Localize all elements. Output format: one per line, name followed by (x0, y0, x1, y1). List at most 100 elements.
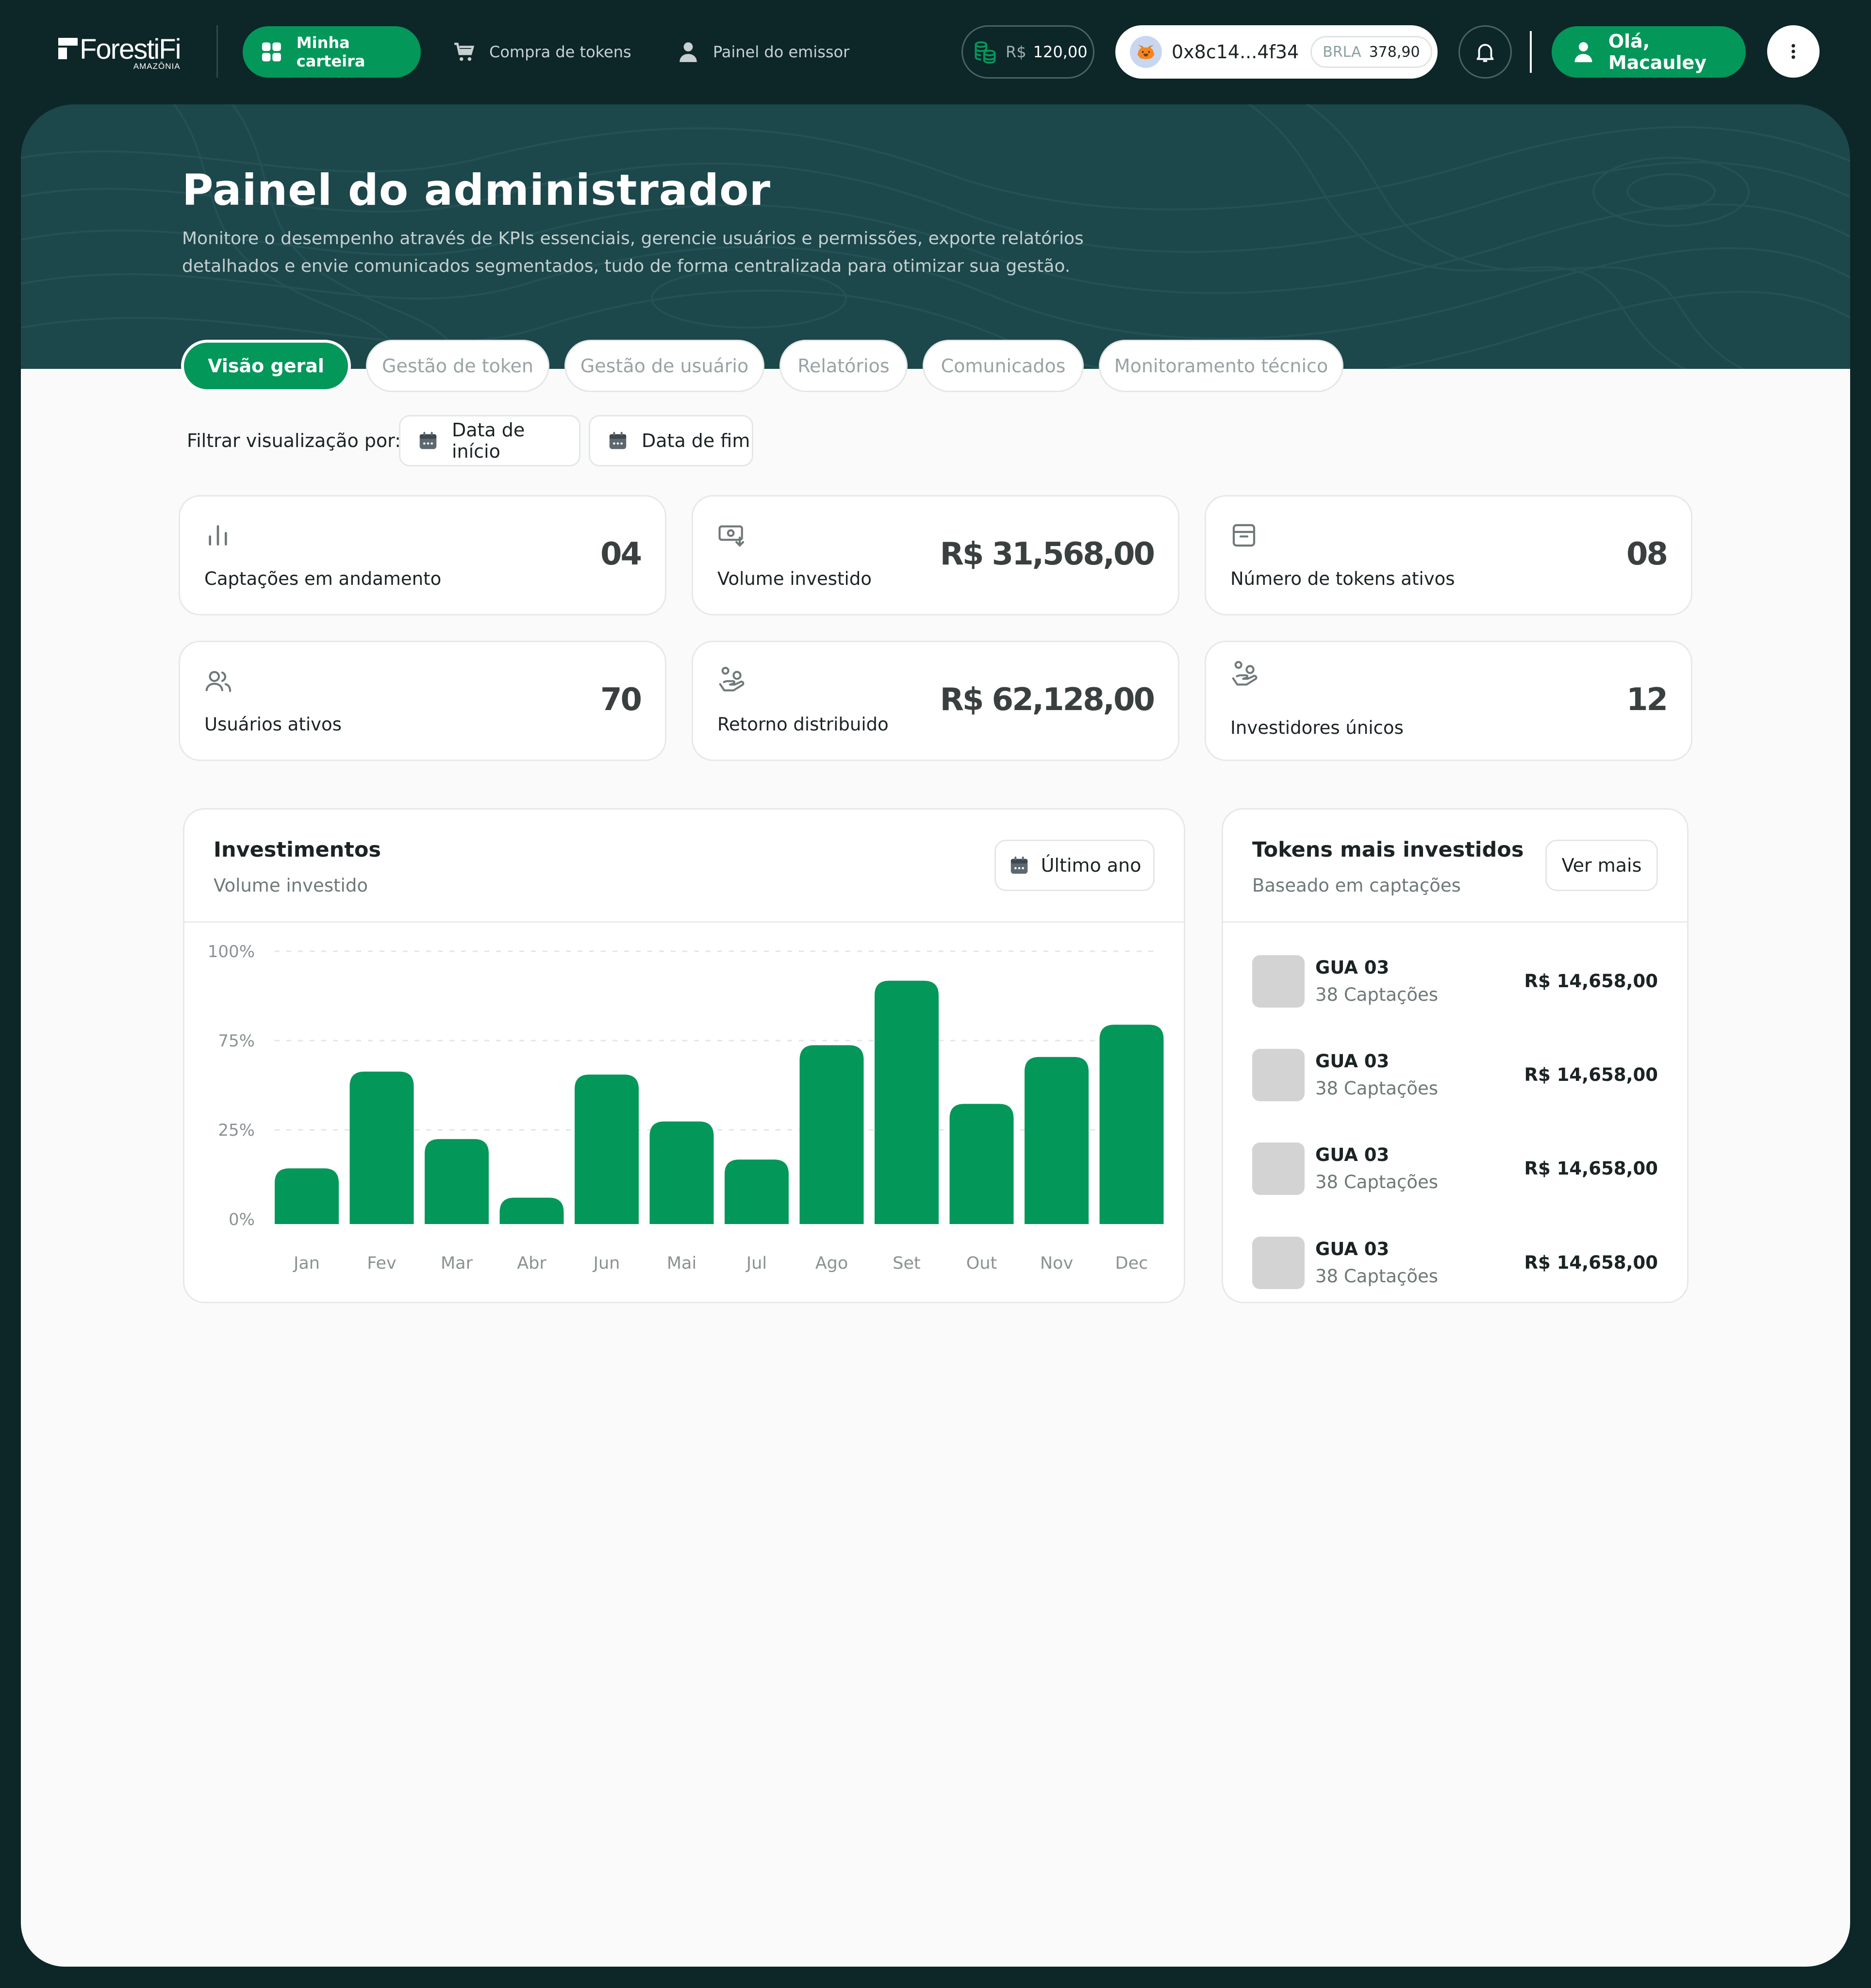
more-vertical-icon (1791, 44, 1795, 59)
calendar-icon (609, 431, 627, 449)
bar-set[interactable] (875, 980, 939, 1224)
archive-icon (1232, 524, 1256, 547)
kpi-value: R$ 31,568,00 (940, 536, 1155, 572)
bar-mai[interactable] (649, 1121, 714, 1224)
greeting-label: Olá, Macauley (1608, 31, 1707, 73)
nav-divider (216, 25, 218, 78)
token-list-item[interactable]: GUA 03 38 Captações R$ 14,658,00 (1252, 1049, 1658, 1102)
bar-chart-icon (209, 525, 227, 546)
x-tick-label: Jan (293, 1254, 320, 1273)
bar-mar[interactable] (425, 1139, 489, 1224)
tab-gestao-de-usuario[interactable]: Gestão de usuário (564, 340, 764, 392)
kpi-value: 04 (600, 536, 642, 572)
bell-icon (1476, 44, 1494, 62)
investments-panel: Investimentos Volume investido Último an… (183, 808, 1185, 1303)
token-amount: R$ 14,658,00 (1524, 1064, 1658, 1085)
nav-minha-carteira[interactable]: Minha carteira (243, 26, 421, 78)
brla-badge: BRLA 378,90 (1310, 36, 1432, 68)
token-name: GUA 03 (1315, 1051, 1390, 1072)
balance-currency: R$ (1006, 43, 1027, 61)
balance-pill[interactable]: R$ 120,00 (961, 25, 1094, 79)
kpi-card-retorno-distribuido: Retorno distribuido R$ 62,128,00 (692, 641, 1179, 761)
token-name: GUA 03 (1315, 957, 1390, 978)
page-title: Painel do administrador (182, 165, 771, 215)
token-list-item[interactable]: GUA 03 38 Captações R$ 14,658,00 (1252, 1143, 1658, 1196)
hand-coins-icon (719, 666, 745, 692)
x-tick-label: Jul (745, 1254, 767, 1273)
x-tick-label: Jun (593, 1254, 620, 1273)
wallet-pill[interactable]: 0x8c14...4f34 BRLA 378,90 (1115, 25, 1438, 79)
bar-jun[interactable] (575, 1074, 639, 1224)
header-banner: Painel do administrador Monitore o desem… (21, 104, 1850, 369)
kpi-value: 08 (1626, 536, 1668, 572)
y-tick-label: 75% (218, 1031, 255, 1051)
balance-amount: 120,00 (1033, 43, 1088, 61)
token-captacoes: 38 Captações (1315, 1266, 1439, 1287)
nav-minha-carteira-label: Minha carteira (296, 33, 365, 70)
tab-relatorios[interactable]: Relatórios (779, 340, 908, 392)
nav-divider-right (1530, 31, 1532, 73)
token-amount: R$ 14,658,00 (1524, 1252, 1658, 1273)
kpi-label: Número de tokens ativos (1230, 568, 1455, 589)
user-greeting-button[interactable]: Olá, Macauley (1552, 26, 1746, 78)
bar-fev[interactable] (349, 1071, 414, 1224)
bar-jan[interactable] (275, 1168, 339, 1224)
nav-compra-de-tokens[interactable]: Compra de tokens (452, 38, 631, 66)
tab-monitoramento-tecnico[interactable]: Monitoramento técnico (1099, 340, 1343, 392)
user-icon (1574, 42, 1592, 63)
bar-dec[interactable] (1099, 1025, 1164, 1224)
bar-out[interactable] (949, 1104, 1014, 1224)
notifications-button[interactable] (1458, 25, 1512, 79)
kpi-label: Retorno distribuido (717, 714, 889, 735)
end-date-button[interactable]: Data de fim (589, 415, 753, 466)
token-name: GUA 03 (1315, 1239, 1390, 1259)
start-date-label: Data de início (451, 419, 525, 462)
user-icon (679, 42, 697, 62)
tab-visao-geral[interactable]: Visão geral (181, 340, 351, 392)
kpi-value: 70 (600, 682, 642, 718)
logo[interactable]: ForestiFi AMAZÔNIA (58, 33, 182, 71)
nav-painel-do-emissor[interactable]: Painel do emissor (676, 38, 849, 66)
bar-abr[interactable] (499, 1197, 564, 1224)
brla-amount: 378,90 (1369, 43, 1420, 61)
token-name: GUA 03 (1315, 1144, 1390, 1165)
x-tick-label: Abr (517, 1254, 546, 1273)
x-tick-label: Mai (667, 1254, 696, 1273)
top-tokens-panel: Tokens mais investidos Baseado em captaç… (1222, 808, 1689, 1303)
tab-gestao-de-token[interactable]: Gestão de token (366, 340, 549, 392)
token-thumbnail (1252, 1143, 1305, 1195)
x-tick-label: Dec (1115, 1254, 1148, 1273)
calendar-icon (1010, 856, 1027, 874)
kpi-card-captacoes: Captações em andamento 04 (179, 495, 666, 615)
bar-ago[interactable] (799, 1045, 864, 1224)
kpi-label: Volume investido (717, 568, 872, 589)
grid-icon (262, 42, 281, 62)
more-menu-button[interactable] (1767, 25, 1820, 78)
x-tick-label: Ago (815, 1254, 848, 1273)
token-captacoes: 38 Captações (1315, 1078, 1439, 1099)
bar-jul[interactable] (725, 1160, 789, 1224)
x-tick-label: Set (893, 1254, 920, 1273)
bar-nov[interactable] (1025, 1057, 1089, 1224)
investments-subtitle: Volume investido (214, 875, 368, 896)
money-icon (718, 525, 745, 547)
start-date-button[interactable]: Data de início (399, 415, 580, 466)
y-tick-label: 0% (229, 1210, 255, 1229)
y-tick-label: 25% (218, 1121, 255, 1140)
ver-mais-button[interactable]: Ver mais (1545, 840, 1658, 891)
token-thumbnail (1252, 1237, 1305, 1289)
kpi-label: Investidores únicos (1230, 717, 1404, 738)
navbar: ForestiFi AMAZÔNIA Minha carteira Compra… (0, 0, 1871, 104)
kpi-value: R$ 62,128,00 (940, 682, 1155, 718)
token-thumbnail (1252, 955, 1305, 1008)
token-amount: R$ 14,658,00 (1524, 1158, 1658, 1179)
token-captacoes: 38 Captações (1315, 1172, 1439, 1193)
tab-comunicados[interactable]: Comunicados (923, 340, 1084, 392)
token-list-item[interactable]: GUA 03 38 Captações R$ 14,658,00 (1252, 955, 1658, 1009)
token-list-item[interactable]: GUA 03 38 Captações R$ 14,658,00 (1252, 1237, 1658, 1290)
kpi-card-usuarios-ativos: Usuários ativos 70 (179, 641, 666, 761)
cart-icon (454, 43, 475, 61)
kpi-card-tokens-ativos: Número de tokens ativos 08 (1205, 495, 1692, 615)
brla-label: BRLA (1323, 43, 1361, 61)
period-button[interactable]: Último ano (994, 840, 1155, 891)
